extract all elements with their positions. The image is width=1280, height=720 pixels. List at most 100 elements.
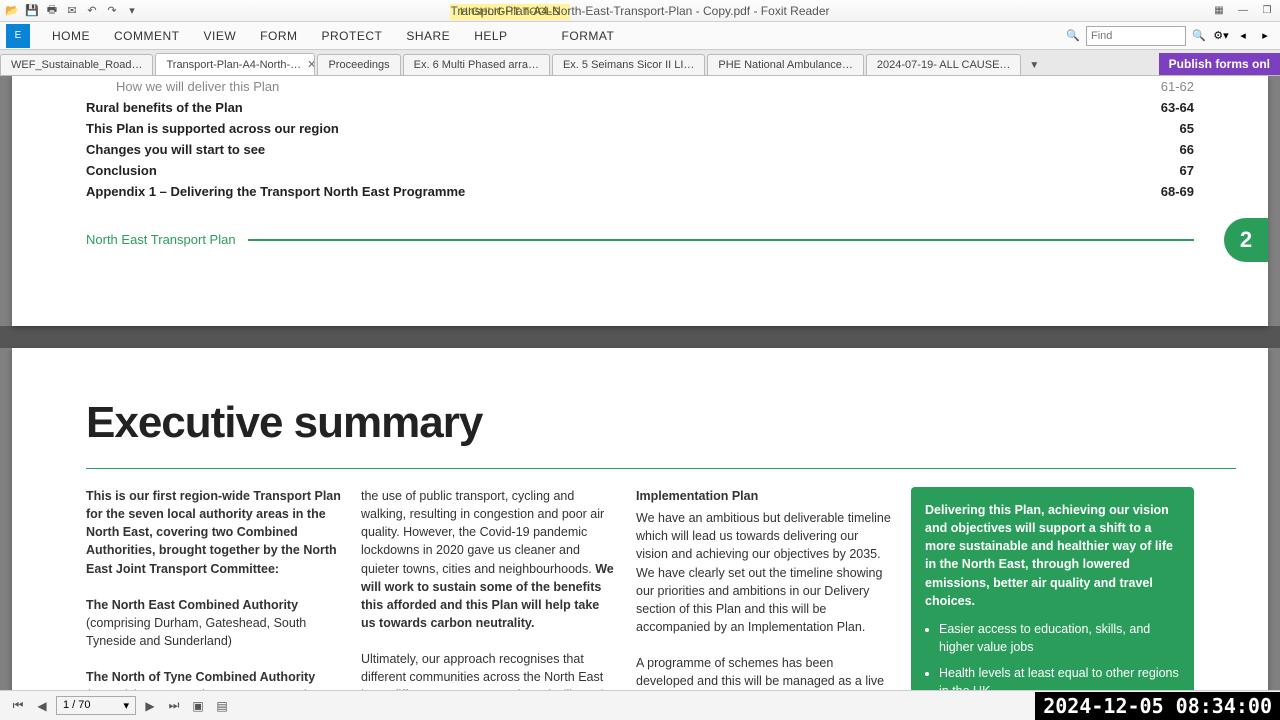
doc-tab-label: WEF_Sustainable_Road… xyxy=(11,59,142,71)
ribbon: E HOME COMMENT VIEW FORM PROTECT SHARE H… xyxy=(0,22,1280,50)
toc-row: Changes you will start to see66 xyxy=(86,139,1194,160)
toc-title: Rural benefits of the Plan xyxy=(86,100,1134,115)
tab-home[interactable]: HOME xyxy=(40,22,102,50)
columns: This is our first region-wide Transport … xyxy=(86,487,1194,690)
last-page-button[interactable]: ⏭ xyxy=(164,696,184,716)
minimize-icon[interactable]: — xyxy=(1234,4,1252,18)
toc-row: Appendix 1 – Delivering the Transport No… xyxy=(86,181,1194,202)
find-input[interactable] xyxy=(1086,26,1186,46)
link-icon[interactable]: ▤ xyxy=(212,696,232,716)
toc-row: Conclusion67 xyxy=(86,160,1194,181)
document-tabs: WEF_Sustainable_Road… Transport-Plan-A4-… xyxy=(0,50,1280,76)
toc-title: How we will deliver this Plan xyxy=(86,79,1134,94)
intro-bold: This is our first region-wide Transport … xyxy=(86,489,341,576)
section-rule xyxy=(86,468,1236,469)
find-settings-icon[interactable]: ⚙▾ xyxy=(1212,27,1230,45)
close-icon[interactable]: ✕ xyxy=(307,58,315,71)
tab-share[interactable]: SHARE xyxy=(394,22,462,50)
title-bar: 📂 💾 🖶 ✉ ↶ ↷ ▾ HIGHLIGHT TOOLS Transport-… xyxy=(0,0,1280,22)
toc-pages: 67 xyxy=(1134,163,1194,178)
email-icon[interactable]: ✉ xyxy=(64,3,80,19)
footer-label: North East Transport Plan xyxy=(86,232,236,247)
doc-tab[interactable]: 2024-07-19- ALL CAUSE… xyxy=(866,54,1022,75)
tabs-overflow-icon[interactable]: ▼ xyxy=(1023,56,1045,75)
find-prev-icon[interactable]: ◂ xyxy=(1234,27,1252,45)
authority-name: The North East Combined Authority xyxy=(86,598,298,612)
redo-icon[interactable]: ↷ xyxy=(104,3,120,19)
prev-page-button[interactable]: ◀ xyxy=(32,696,52,716)
toc-pages: 68-69 xyxy=(1134,184,1194,199)
undo-icon[interactable]: ↶ xyxy=(84,3,100,19)
body-text: A programme of schemes has been develope… xyxy=(636,654,891,690)
maximize-icon[interactable]: ❐ xyxy=(1258,4,1276,18)
tab-format[interactable]: FORMAT xyxy=(550,22,627,50)
page-number-badge: 2 xyxy=(1224,218,1268,262)
save-icon[interactable]: 💾 xyxy=(24,3,40,19)
pdf-page: How we will deliver this Plan61-62 Rural… xyxy=(12,76,1268,326)
toc-title: Changes you will start to see xyxy=(86,142,1134,157)
file-button[interactable]: E xyxy=(6,24,30,48)
find-go-icon[interactable]: 🔍 xyxy=(1190,27,1208,45)
find-next-icon[interactable]: ▸ xyxy=(1256,27,1274,45)
heading-exec-summary: Executive summary xyxy=(86,398,1194,448)
search-icon[interactable]: 🔍 xyxy=(1064,27,1082,45)
toc-pages: 66 xyxy=(1134,142,1194,157)
toc-title: Appendix 1 – Delivering the Transport No… xyxy=(86,184,1134,199)
list-item: Easier access to education, skills, and … xyxy=(939,620,1180,656)
column-3: Implementation Plan We have an ambitious… xyxy=(636,487,891,690)
qat-dropdown-icon[interactable]: ▾ xyxy=(124,3,140,19)
page-count: 1 / 70 xyxy=(63,699,91,712)
doc-tab-label: 2024-07-19- ALL CAUSE… xyxy=(877,59,1011,71)
chevron-down-icon: ▾ xyxy=(123,699,129,712)
timestamp-overlay: 2024-12-05 08:34:00 xyxy=(1035,692,1280,720)
box-lead: Delivering this Plan, achieving our visi… xyxy=(925,503,1173,608)
quick-access-toolbar: 📂 💾 🖶 ✉ ↶ ↷ ▾ xyxy=(4,3,140,19)
column-2: the use of public transport, cycling and… xyxy=(361,487,616,690)
ribbon-options-icon[interactable]: ▦ xyxy=(1210,4,1228,18)
tab-help[interactable]: HELP xyxy=(462,22,519,50)
next-page-button[interactable]: ▶ xyxy=(140,696,160,716)
tab-comment[interactable]: COMMENT xyxy=(102,22,192,50)
doc-tab[interactable]: Ex. 6 Multi Phased arra… xyxy=(403,54,550,75)
document-viewer[interactable]: How we will deliver this Plan61-62 Rural… xyxy=(0,76,1280,690)
authority-name: The North of Tyne Combined Authority xyxy=(86,670,315,684)
page-gap xyxy=(0,326,1280,348)
doc-tab[interactable]: WEF_Sustainable_Road… xyxy=(0,54,153,75)
publish-banner[interactable]: Publish forms onl xyxy=(1159,53,1280,75)
page-nav: ⏮ ◀ 1 / 70 ▾ ▶ ⏭ ▣ ▤ xyxy=(8,696,232,716)
tab-protect[interactable]: PROTECT xyxy=(310,22,395,50)
doc-tab-label: PHE National Ambulance… xyxy=(718,59,853,71)
doc-tab[interactable]: Transport-Plan-A4-North-… ✕ xyxy=(155,53,315,75)
print-icon[interactable]: 🖶 xyxy=(44,3,60,19)
footer-rule xyxy=(248,239,1194,241)
tab-form[interactable]: FORM xyxy=(248,22,309,50)
body-text: the use of public transport, cycling and… xyxy=(361,489,604,576)
find-box: 🔍 🔍 ⚙▾ ◂ ▸ xyxy=(1064,26,1274,46)
doc-tab[interactable]: Ex. 5 Seimans Sicor II LI… xyxy=(552,54,705,75)
pdf-page: Executive summary This is our first regi… xyxy=(12,348,1268,690)
page-footer: North East Transport Plan 2 xyxy=(86,232,1194,247)
authority-sub: (comprising Durham, Gateshead, South Tyn… xyxy=(86,614,341,650)
doc-tab[interactable]: Proceedings xyxy=(317,54,400,75)
page-indicator[interactable]: 1 / 70 ▾ xyxy=(56,696,136,715)
body-text: We have an ambitious but deliverable tim… xyxy=(636,509,891,636)
toc-pages: 61-62 xyxy=(1134,79,1194,94)
doc-tab[interactable]: PHE National Ambulance… xyxy=(707,54,864,75)
doc-tab-label: Ex. 5 Seimans Sicor II LI… xyxy=(563,59,694,71)
doc-tab-label: Proceedings xyxy=(328,59,389,71)
subheading: Implementation Plan xyxy=(636,487,891,505)
doc-tab-label: Transport-Plan-A4-North-… xyxy=(166,59,301,71)
toc-title: Conclusion xyxy=(86,163,1134,178)
toc-row: Rural benefits of the Plan63-64 xyxy=(86,97,1194,118)
toc-pages: 65 xyxy=(1134,121,1194,136)
first-page-button[interactable]: ⏮ xyxy=(8,696,28,716)
tab-view[interactable]: VIEW xyxy=(192,22,249,50)
list-item: Health levels at least equal to other re… xyxy=(939,664,1180,690)
doc-tab-label: Ex. 6 Multi Phased arra… xyxy=(414,59,539,71)
toc-pages: 63-64 xyxy=(1134,100,1194,115)
open-icon[interactable]: 📂 xyxy=(4,3,20,19)
body-text: Ultimately, our approach recognises that… xyxy=(361,650,616,690)
toc-row: How we will deliver this Plan61-62 xyxy=(86,76,1194,97)
toc-title: This Plan is supported across our region xyxy=(86,121,1134,136)
snapshot-icon[interactable]: ▣ xyxy=(188,696,208,716)
